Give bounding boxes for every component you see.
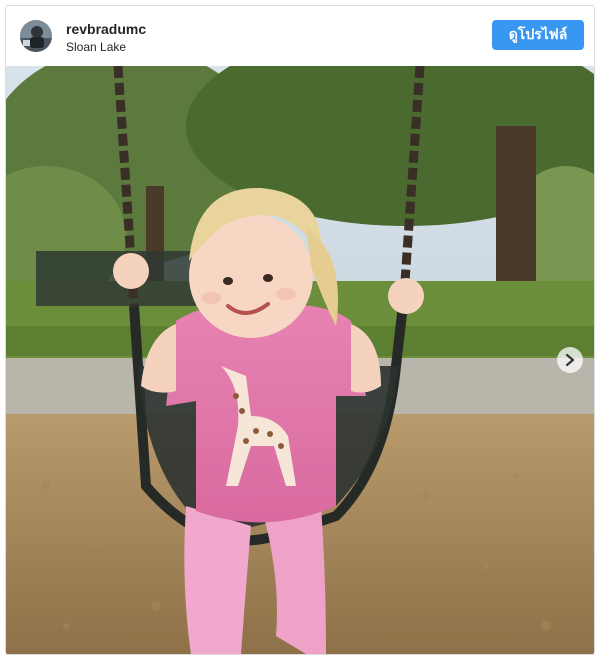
embed-post-card: revbradumc Sloan Lake ดูโปรไฟล์ bbox=[5, 5, 595, 655]
avatar[interactable] bbox=[20, 20, 52, 52]
chevron-right-icon bbox=[565, 354, 575, 366]
username-link[interactable]: revbradumc bbox=[66, 21, 146, 38]
post-header: revbradumc Sloan Lake ดูโปรไฟล์ bbox=[6, 6, 594, 65]
avatar-image bbox=[20, 20, 52, 52]
user-info: revbradumc Sloan Lake bbox=[66, 21, 146, 55]
photo-image bbox=[6, 66, 594, 654]
next-photo-button[interactable] bbox=[557, 347, 583, 373]
post-photo[interactable] bbox=[6, 66, 594, 654]
view-profile-button[interactable]: ดูโปรไฟล์ bbox=[492, 20, 584, 50]
location-link[interactable]: Sloan Lake bbox=[66, 40, 146, 55]
